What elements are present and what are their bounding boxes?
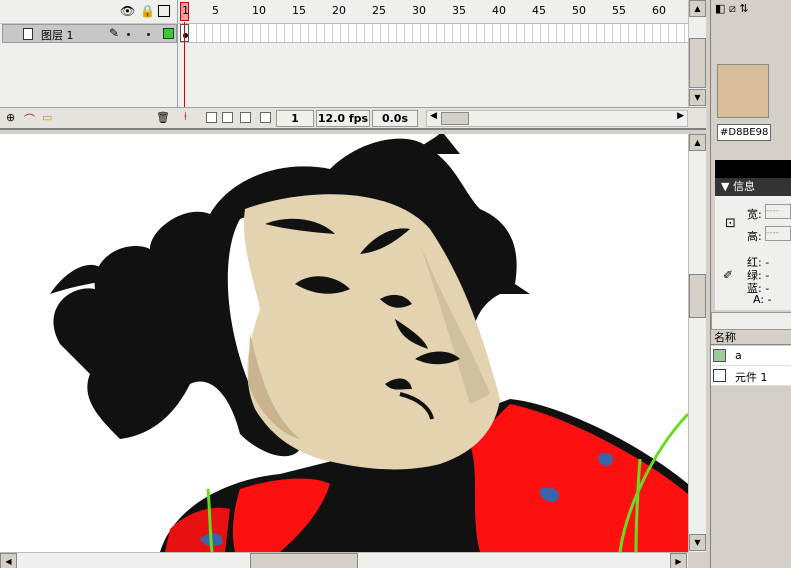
- stage-canvas[interactable]: [0, 134, 688, 552]
- scroll-down-icon[interactable]: ▼: [689, 534, 706, 551]
- timeline-status-bar: ⍿ 1 12.0 fps 0.0s ◀ ▶: [178, 107, 706, 128]
- scroll-up-icon[interactable]: ▲: [689, 0, 706, 17]
- default-colors-icon[interactable]: ◧: [715, 2, 725, 15]
- registration-icon[interactable]: ⊡: [725, 216, 736, 231]
- height-field[interactable]: ----: [765, 226, 791, 241]
- frame-number: 25: [372, 4, 386, 17]
- scroll-thumb[interactable]: [250, 553, 358, 568]
- frame-number: 10: [252, 4, 266, 17]
- frame-number: 55: [612, 4, 626, 17]
- frame-number: 30: [412, 4, 426, 17]
- frame-rate-field[interactable]: 12.0 fps: [316, 110, 370, 127]
- timeline-panel: 👁 🔒 图层 1 ✎ ⊕ ⌒ ▭ 🗑 1 5 10 15 20 25 30 35…: [0, 0, 706, 128]
- timeline-vertical-scrollbar[interactable]: ▲ ▼: [688, 0, 706, 107]
- layer-name[interactable]: 图层 1: [41, 27, 74, 43]
- right-panels: ◧ ⧄ ⇅ #D8BE98 ▼ 信息 ⊡ 宽: ---- 高: ---- ✐ 红…: [710, 0, 791, 568]
- library-preview: [711, 312, 791, 330]
- layer-outline-color[interactable]: [163, 28, 174, 39]
- onion-skin-outlines-icon[interactable]: [222, 112, 233, 123]
- library-column-header[interactable]: 名称: [711, 331, 791, 345]
- playhead-line: [184, 22, 185, 108]
- library-item-name: a: [735, 349, 742, 362]
- library-item[interactable]: 元件 1: [711, 366, 791, 386]
- onion-skin-icon[interactable]: [206, 112, 217, 123]
- elapsed-time-field: 0.0s: [372, 110, 418, 127]
- scroll-down-icon[interactable]: ▼: [689, 89, 706, 106]
- scroll-left-icon[interactable]: ◀: [430, 111, 437, 121]
- modify-onion-markers-icon[interactable]: [260, 112, 271, 123]
- lock-dot[interactable]: [147, 33, 150, 36]
- trash-icon[interactable]: 🗑: [156, 111, 170, 124]
- stage-vertical-scrollbar[interactable]: ▲ ▼: [688, 134, 706, 552]
- info-panel-header[interactable]: ▼ 信息: [715, 178, 791, 196]
- edit-multiple-frames-icon[interactable]: [240, 112, 251, 123]
- scroll-up-icon[interactable]: ▲: [689, 134, 706, 151]
- eyedropper-icon: ✐: [723, 268, 734, 282]
- frame-number: 50: [572, 4, 586, 17]
- insert-layer-icon[interactable]: ⊕: [6, 111, 15, 124]
- insert-folder-icon[interactable]: ▭: [42, 111, 52, 124]
- scroll-thumb[interactable]: [441, 112, 469, 125]
- current-frame-field: 1: [276, 110, 314, 127]
- scroll-thumb[interactable]: [689, 274, 706, 318]
- eye-icon[interactable]: 👁: [120, 4, 135, 18]
- outline-icon[interactable]: [158, 5, 170, 17]
- frame-number: 20: [332, 4, 346, 17]
- hex-color-field[interactable]: #D8BE98: [717, 124, 771, 141]
- kimono-red: [165, 507, 230, 552]
- frame-number: 15: [292, 4, 306, 17]
- frame-number: 35: [452, 4, 466, 17]
- visibility-dot[interactable]: [127, 33, 130, 36]
- scroll-right-icon[interactable]: ▶: [677, 111, 684, 121]
- collapse-arrow-icon: ▼: [721, 180, 733, 193]
- info-panel-title: 信息: [732, 180, 755, 193]
- frame-number: 60: [652, 4, 666, 17]
- flash-workspace: 👁 🔒 图层 1 ✎ ⊕ ⌒ ▭ 🗑 1 5 10 15 20 25 30 35…: [0, 0, 791, 568]
- graphic-symbol-icon: [713, 369, 726, 382]
- alpha-value: A: -: [753, 293, 772, 306]
- frame-number: 40: [492, 4, 506, 17]
- color-tools-row: ◧ ⧄ ⇅: [715, 2, 749, 16]
- timeline-horizontal-scrollbar[interactable]: ◀ ▶: [426, 110, 688, 127]
- character-illustration[interactable]: [0, 134, 688, 552]
- color-swatch[interactable]: [717, 64, 769, 118]
- height-label: 高:: [747, 230, 762, 243]
- frame-ruler[interactable]: 1 5 10 15 20 25 30 35 40 45 50 55 60: [178, 0, 688, 24]
- stage-frame: ▲ ▼ ◀ ▶: [0, 128, 706, 568]
- library-item-name: 元件 1: [735, 371, 768, 384]
- frame-number: 45: [532, 4, 546, 17]
- bitmap-icon: [713, 349, 726, 362]
- center-frame-icon[interactable]: ⍿: [184, 110, 195, 123]
- width-field[interactable]: ----: [765, 204, 791, 219]
- layer-page-icon: [23, 28, 33, 40]
- library-item[interactable]: a: [711, 346, 791, 366]
- panel-divider-bar: [715, 160, 791, 178]
- add-motion-guide-icon[interactable]: ⌒: [24, 111, 35, 127]
- scroll-left-icon[interactable]: ◀: [0, 553, 17, 568]
- layer-row[interactable]: 图层 1 ✎: [2, 24, 177, 43]
- info-panel-body: ⊡ 宽: ---- 高: ---- ✐ 红: - 绿: - 蓝: - A: -: [715, 196, 791, 310]
- layer-footer: ⊕ ⌒ ▭ 🗑: [0, 107, 178, 128]
- pencil-icon: ✎: [109, 26, 120, 40]
- scroll-right-icon[interactable]: ▶: [670, 553, 687, 568]
- no-color-icon[interactable]: ⧄: [729, 2, 736, 15]
- swap-colors-icon[interactable]: ⇅: [739, 2, 748, 15]
- frames-area: 1 5 10 15 20 25 30 35 40 45 50 55 60 ▲ ▼…: [178, 0, 706, 128]
- lock-icon[interactable]: 🔒: [140, 4, 155, 18]
- frame-cells[interactable]: [180, 24, 688, 43]
- frame-number: 5: [212, 4, 219, 17]
- playhead-frame-number: 1: [182, 4, 189, 17]
- stage-horizontal-scrollbar[interactable]: ◀ ▶: [0, 552, 688, 568]
- scroll-thumb[interactable]: [689, 38, 706, 88]
- library-empty-area: [711, 386, 791, 568]
- layer-header-row: 👁 🔒: [0, 0, 178, 24]
- layer-panel: 👁 🔒 图层 1 ✎ ⊕ ⌒ ▭ 🗑: [0, 0, 178, 128]
- width-label: 宽:: [747, 208, 762, 221]
